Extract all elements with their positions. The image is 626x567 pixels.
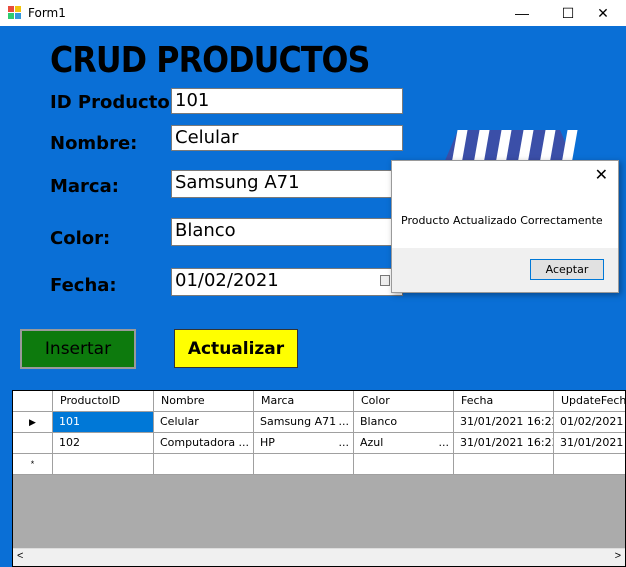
window-title: Form1 bbox=[28, 6, 66, 20]
new-row-cell[interactable] bbox=[53, 454, 154, 475]
dialog-footer: Aceptar bbox=[392, 248, 618, 292]
column-header-fecha[interactable]: Fecha bbox=[454, 391, 554, 412]
table-cell[interactable]: Celular bbox=[154, 412, 254, 433]
new-row-cell[interactable] bbox=[354, 454, 454, 475]
close-icon: ✕ bbox=[597, 4, 609, 21]
calendar-icon[interactable] bbox=[380, 275, 390, 286]
table-cell[interactable]: HP... bbox=[254, 433, 354, 454]
row-indicator[interactable]: ▶ bbox=[13, 412, 53, 433]
row-indicator[interactable] bbox=[13, 433, 53, 454]
new-row-cell[interactable] bbox=[154, 454, 254, 475]
column-header-color[interactable]: Color bbox=[354, 391, 454, 412]
table-cell[interactable]: Computadora... bbox=[154, 433, 254, 454]
label-fecha: Fecha: bbox=[50, 275, 117, 296]
table-cell[interactable]: 102 bbox=[53, 433, 154, 454]
label-color: Color: bbox=[50, 228, 111, 249]
maximize-icon: ☐ bbox=[561, 4, 575, 21]
page-title: CRUD PRODUCTOS bbox=[50, 40, 370, 81]
dialog-close-icon[interactable]: ✕ bbox=[595, 165, 608, 185]
aceptar-button[interactable]: Aceptar bbox=[530, 259, 604, 280]
scroll-right-icon[interactable]: > bbox=[615, 550, 621, 562]
new-row-indicator[interactable]: * bbox=[13, 454, 53, 475]
nombre-input[interactable]: Celular bbox=[171, 125, 403, 151]
minimize-button[interactable]: — bbox=[499, 0, 545, 26]
app-icon bbox=[8, 6, 22, 20]
close-button[interactable]: ✕ bbox=[580, 0, 626, 26]
marca-input[interactable]: Samsung A71 bbox=[171, 170, 403, 198]
label-nombre: Nombre: bbox=[50, 133, 138, 154]
label-marca: Marca: bbox=[50, 176, 119, 197]
products-data-grid[interactable]: ProductoID Nombre Marca Color Fecha Upda… bbox=[12, 390, 626, 567]
message-dialog: ✕ Producto Actualizado Correctamente Ace… bbox=[391, 160, 619, 293]
table-cell[interactable]: 31/01/2021 16:22 bbox=[454, 412, 554, 433]
insertar-button[interactable]: Insertar bbox=[20, 329, 136, 369]
actualizar-button[interactable]: Actualizar bbox=[174, 329, 298, 368]
column-header-productoid[interactable]: ProductoID bbox=[53, 391, 154, 412]
new-row-cell[interactable] bbox=[454, 454, 554, 475]
label-id-producto: ID Producto: bbox=[50, 92, 177, 113]
new-row-cell[interactable] bbox=[554, 454, 625, 475]
column-header-nombre[interactable]: Nombre bbox=[154, 391, 254, 412]
table-cell[interactable]: 01/02/2021 bbox=[554, 412, 625, 433]
table-cell[interactable]: Azul... bbox=[354, 433, 454, 454]
grid-corner-header[interactable] bbox=[13, 391, 53, 412]
dialog-message: Producto Actualizado Correctamente bbox=[401, 214, 603, 227]
fecha-datepicker[interactable]: 01/02/2021 bbox=[171, 268, 403, 296]
new-row-cell[interactable] bbox=[254, 454, 354, 475]
table-cell[interactable]: Samsung A71... bbox=[254, 412, 354, 433]
table-cell[interactable]: 31/01/2021 16 bbox=[554, 433, 625, 454]
minimize-icon: — bbox=[515, 5, 529, 21]
column-header-marca[interactable]: Marca bbox=[254, 391, 354, 412]
fecha-value: 01/02/2021 bbox=[175, 270, 279, 291]
scroll-left-icon[interactable]: < bbox=[17, 550, 23, 562]
table-cell[interactable]: 101 bbox=[53, 412, 154, 433]
form-client-area: CRUD PRODUCTOS ID Producto: 101 Nombre: … bbox=[0, 26, 626, 567]
id-producto-input[interactable]: 101 bbox=[171, 88, 403, 114]
horizontal-scrollbar[interactable]: < > bbox=[13, 548, 625, 566]
table-cell[interactable]: Blanco bbox=[354, 412, 454, 433]
color-input[interactable]: Blanco bbox=[171, 218, 403, 246]
title-bar: Form1 — ☐ ✕ bbox=[0, 0, 626, 26]
column-header-updatefecha[interactable]: UpdateFecha bbox=[554, 391, 625, 412]
table-cell[interactable]: 31/01/2021 16:23 bbox=[454, 433, 554, 454]
